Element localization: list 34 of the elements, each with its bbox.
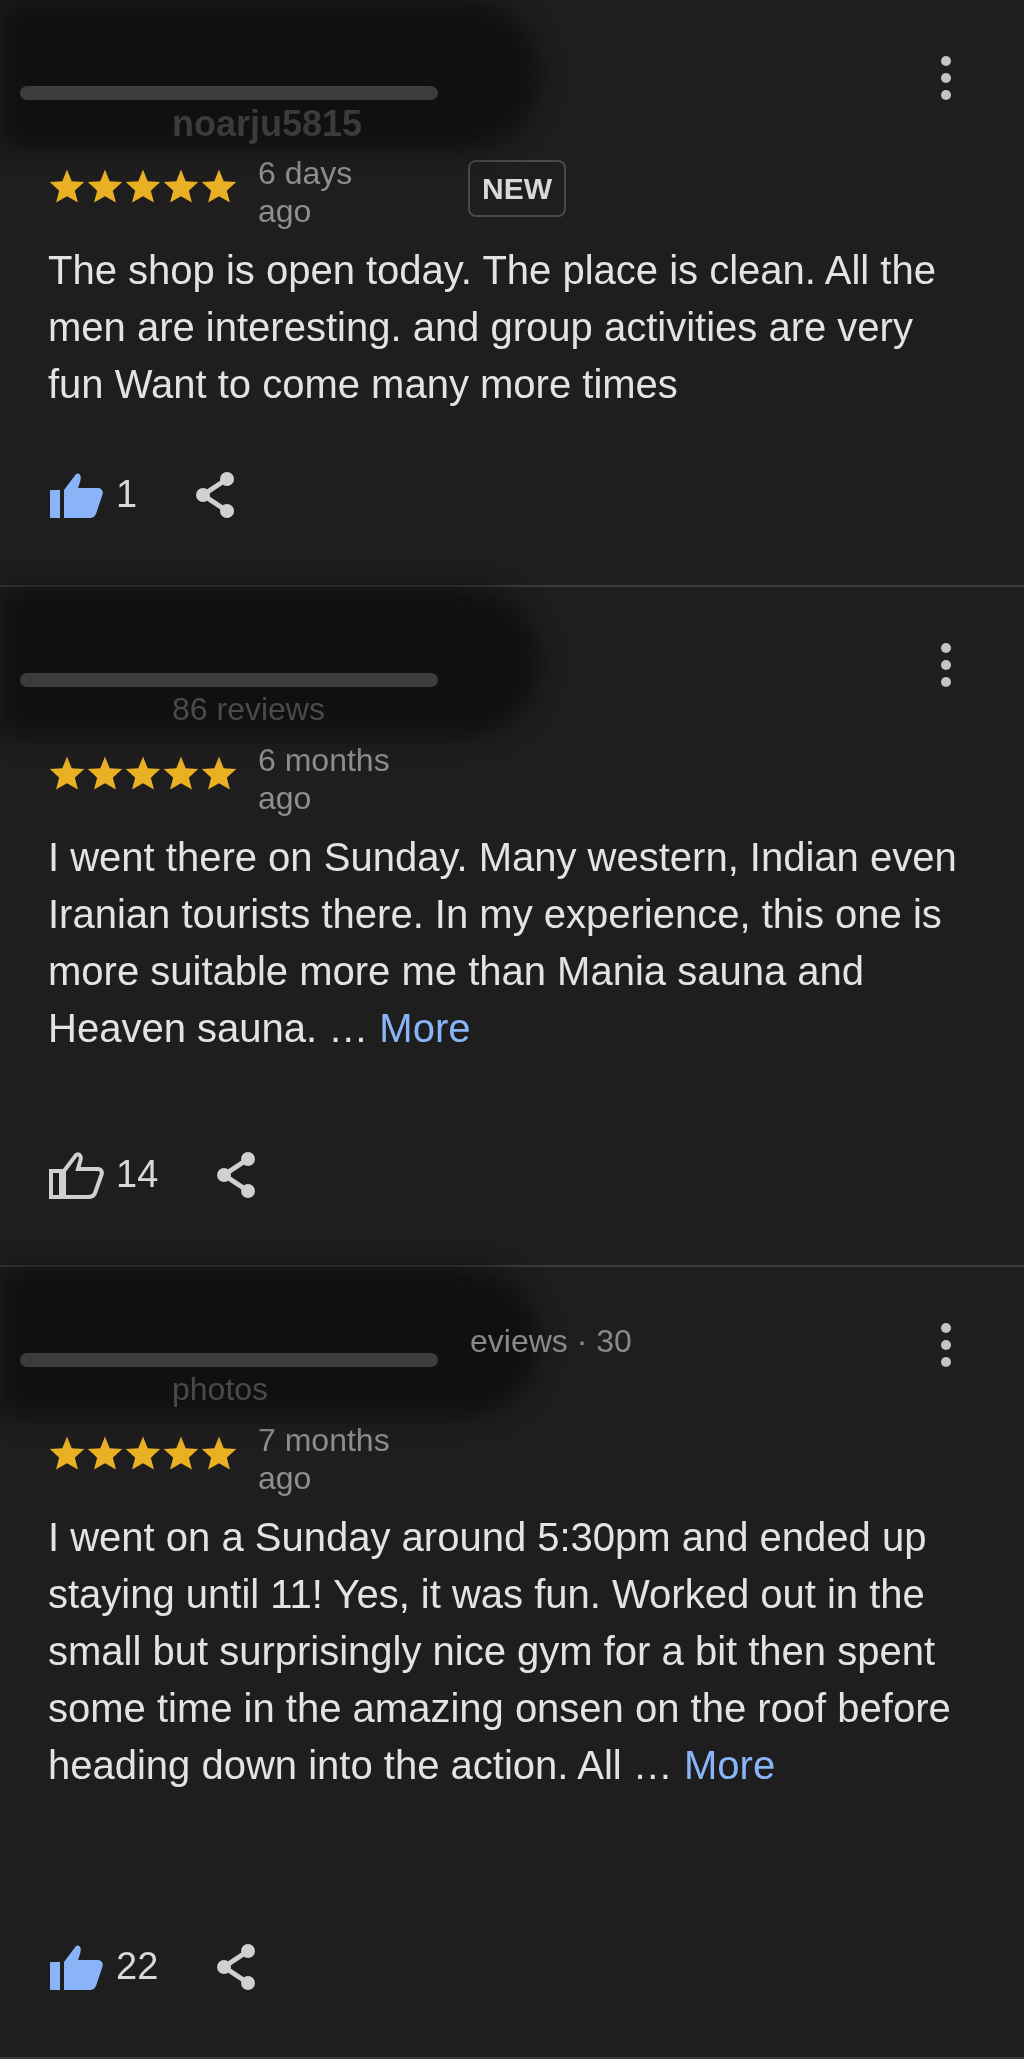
- star-icon: [124, 168, 162, 204]
- star-icon: [86, 1435, 124, 1471]
- review-text: I went on a Sunday around 5:30pm and ended up staying until 11! Yes, it was fun. Worked out in the small but surprisingly nice gym for a bit then spent some time in the amazing onsen on the roof before heading down into the action. All … More: [48, 1514, 952, 1789]
- star-icon: [48, 755, 86, 791]
- star-icon: [162, 1435, 200, 1471]
- reviewer-stats: 86 reviews: [172, 690, 325, 729]
- like-count: 1: [116, 472, 138, 517]
- more-link[interactable]: More: [379, 1006, 471, 1050]
- thumbs-up-icon[interactable]: [48, 1149, 104, 1200]
- star-icon: [48, 168, 86, 204]
- star-icon: [200, 168, 238, 204]
- reviewer-stats: eviews · 30: [470, 1322, 632, 1361]
- new-badge: NEW: [468, 160, 566, 217]
- more-options-icon[interactable]: [940, 1322, 952, 1368]
- more-options-icon[interactable]: [940, 55, 952, 101]
- star-icon: [48, 1435, 86, 1471]
- review-text: The shop is open today. The place is clean. All the men are interesting. and group activities are very fun Want to come many more times: [48, 247, 937, 408]
- star-icon: [162, 168, 200, 204]
- like-count: 14: [116, 1152, 159, 1197]
- review-text: I went there on Sunday. Many western, Indian even Iranian tourists there. In my experience, this one is more suitable more me than Mania sauna and Heaven sauna. … More: [48, 834, 958, 1052]
- star-icon: [86, 168, 124, 204]
- review-date: 7 months ago: [258, 1421, 391, 1497]
- star-icon: [124, 755, 162, 791]
- review-date: 6 days ago: [258, 154, 354, 230]
- review-date: 6 months ago: [258, 741, 391, 817]
- more-link[interactable]: More: [684, 1743, 776, 1787]
- like-count: 22: [116, 1944, 159, 1989]
- star-icon: [162, 755, 200, 791]
- reviewer-stats: photos: [172, 1370, 269, 1409]
- star-icon: [200, 755, 238, 791]
- star-icon: [86, 755, 124, 791]
- star-icon: [200, 1435, 238, 1471]
- more-options-icon[interactable]: [940, 642, 952, 688]
- star-icon: [124, 1435, 162, 1471]
